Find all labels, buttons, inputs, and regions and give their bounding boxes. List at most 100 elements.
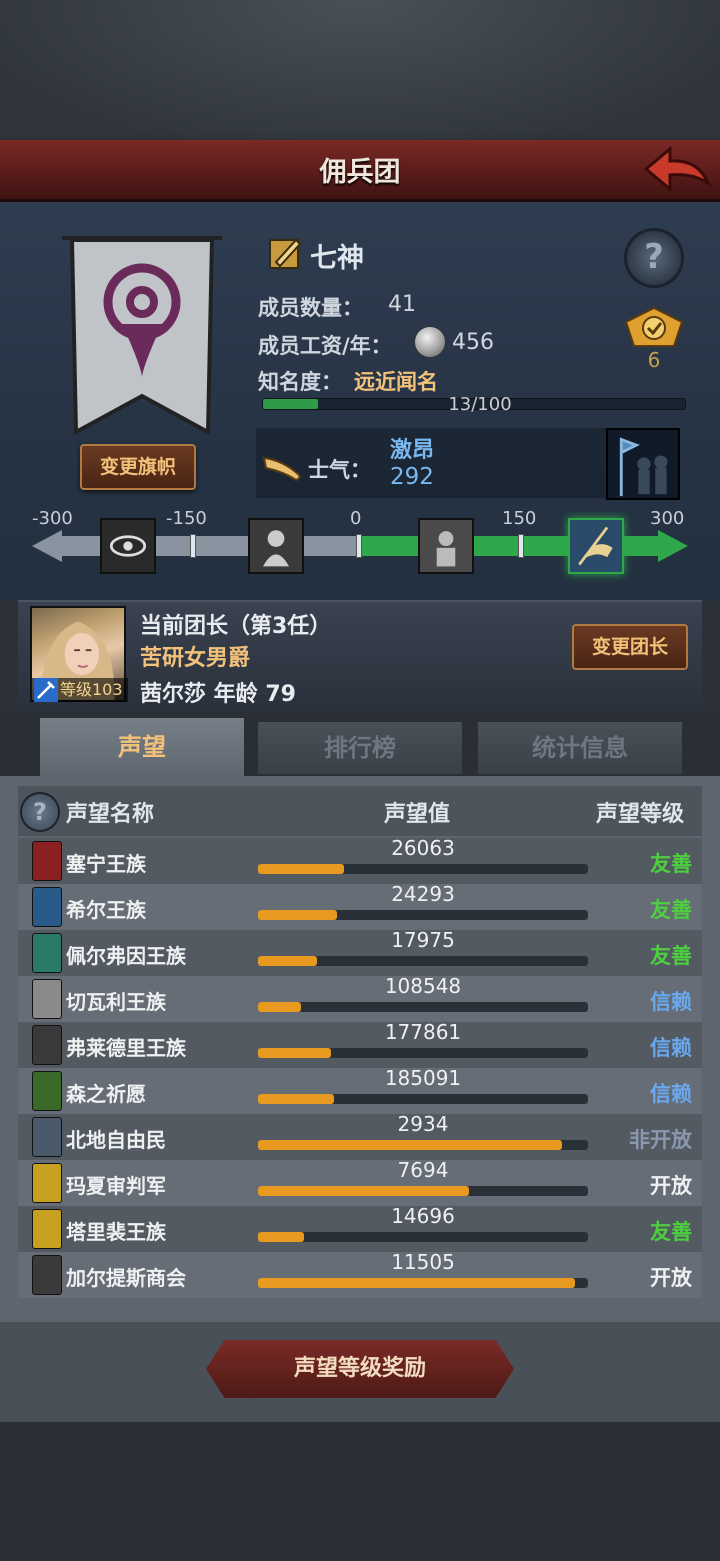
- help-button[interactable]: ?: [624, 228, 684, 288]
- scale-tick: [518, 534, 524, 558]
- reputation-row[interactable]: 玛夏审判军 7694 开放: [18, 1158, 702, 1206]
- morale-calm-figure-icon[interactable]: [418, 518, 474, 574]
- morale-label: 士气：: [308, 458, 371, 482]
- scale-right-arrow-icon: [658, 530, 688, 562]
- fame-value: 远近闻名: [354, 370, 438, 394]
- tab-statistics[interactable]: 统计信息: [478, 722, 682, 774]
- members-label: 成员数量：: [258, 296, 363, 320]
- reputation-value: 2934: [397, 1112, 449, 1136]
- morale-high-banner-icon[interactable]: [568, 518, 624, 574]
- salary-label: 成员工资/年：: [258, 334, 392, 358]
- faction-name: 加尔提斯商会: [66, 1266, 186, 1290]
- faction-name: 玛夏审判军: [66, 1174, 166, 1198]
- reputation-row[interactable]: 塞宁王族 26063 友善: [18, 836, 702, 884]
- sword-class-icon: [34, 678, 58, 702]
- reputation-bar: [258, 1002, 588, 1012]
- faction-crest-icon: [32, 1163, 62, 1203]
- reputation-reward-button[interactable]: 声望等级奖励: [206, 1340, 514, 1398]
- reputation-bar: [258, 1278, 588, 1288]
- morale-collapse-eye-icon[interactable]: [100, 518, 156, 574]
- faction-name: 塔里裴王族: [66, 1220, 166, 1244]
- leader-name-age: 茜尔莎 年龄 79: [140, 682, 296, 707]
- faction-crest-icon: [32, 841, 62, 881]
- edit-name-icon[interactable]: [266, 234, 304, 272]
- header-reputation-level: 声望等级: [596, 802, 685, 827]
- reputation-bar: [258, 1048, 588, 1058]
- reputation-bar-fill: [258, 1002, 301, 1012]
- reputation-level: 开放: [650, 1174, 692, 1198]
- reputation-level: 友善: [650, 898, 692, 922]
- reputation-bar: [258, 1140, 588, 1150]
- reputation-bar-fill: [258, 1232, 305, 1242]
- reputation-value: 108548: [384, 974, 462, 998]
- rank-badge-icon[interactable]: [620, 302, 688, 352]
- back-arrow-icon[interactable]: [640, 143, 714, 197]
- scale-tick: [356, 534, 362, 558]
- reputation-bar: [258, 1232, 588, 1242]
- reputation-help-icon[interactable]: ?: [20, 792, 60, 832]
- reputation-level: 友善: [650, 944, 692, 968]
- faction-name: 切瓦利王族: [66, 990, 166, 1014]
- horn-icon: [262, 456, 301, 482]
- tab-ranking[interactable]: 排行榜: [258, 722, 462, 774]
- salary-value: 456: [452, 330, 494, 355]
- rank-number: 6: [647, 348, 661, 372]
- faction-crest-icon: [32, 887, 62, 927]
- faction-name: 森之祈愿: [66, 1082, 146, 1106]
- change-flag-button[interactable]: 变更旗帜: [80, 444, 196, 490]
- reputation-level: 信赖: [650, 990, 692, 1014]
- reputation-level: 友善: [650, 1220, 692, 1244]
- reputation-value: 11505: [391, 1250, 455, 1274]
- reputation-bar-fill: [258, 1186, 470, 1196]
- reputation-bar-fill: [258, 956, 318, 966]
- reputation-bar: [258, 910, 588, 920]
- reputation-value: 7694: [397, 1158, 449, 1182]
- faction-crest-icon: [32, 1209, 62, 1249]
- faction-name: 塞宁王族: [66, 852, 146, 876]
- change-leader-button[interactable]: 变更团长: [572, 624, 688, 670]
- faction-name: 希尔王族: [66, 898, 146, 922]
- top-background: [0, 0, 720, 140]
- faction-crest-icon: [32, 979, 62, 1019]
- reputation-row[interactable]: 佩尔弗因王族 17975 友善: [18, 928, 702, 976]
- faction-crest-icon: [32, 1071, 62, 1111]
- reputation-row[interactable]: 森之祈愿 185091 信赖: [18, 1066, 702, 1114]
- members-value: 41: [388, 292, 416, 317]
- reputation-row[interactable]: 北地自由民 2934 非开放: [18, 1112, 702, 1160]
- scale-label-min: -300: [32, 508, 73, 529]
- reputation-value: 17975: [391, 928, 455, 952]
- reputation-row[interactable]: 加尔提斯商会 11505 开放: [18, 1250, 702, 1298]
- reputation-row[interactable]: 希尔王族 24293 友善: [18, 882, 702, 930]
- reputation-bar-fill: [258, 864, 344, 874]
- reputation-bar: [258, 864, 588, 874]
- tab-reputation[interactable]: 声望: [40, 718, 244, 776]
- guild-name: 七神: [310, 243, 364, 274]
- leader-title: 当前团长（第3任）: [140, 614, 332, 639]
- faction-crest-icon: [32, 933, 62, 973]
- scale-label-neg: -150: [166, 508, 207, 529]
- faction-crest-icon: [32, 1255, 62, 1295]
- reputation-bar-fill: [258, 1048, 331, 1058]
- reputation-row[interactable]: 切瓦利王族 108548 信赖: [18, 974, 702, 1022]
- reputation-bar-fill: [258, 1094, 334, 1104]
- reputation-row[interactable]: 塔里裴王族 14696 友善: [18, 1204, 702, 1252]
- morale-state: 激昂: [390, 438, 435, 463]
- scale-label-pos: 150: [502, 508, 537, 529]
- guild-banner-flag: [62, 236, 222, 436]
- reputation-row[interactable]: 弗莱德里王族 177861 信赖: [18, 1020, 702, 1068]
- scale-tick: [190, 534, 196, 558]
- reputation-bar-fill: [258, 910, 338, 920]
- leader-rank: 苦研女男爵: [140, 646, 251, 671]
- morale-despair-figure-icon[interactable]: [248, 518, 304, 574]
- reputation-value: 177861: [384, 1020, 462, 1044]
- page-title: 佣兵团: [319, 157, 401, 188]
- faction-name: 弗莱德里王族: [66, 1036, 186, 1060]
- reputation-bar: [258, 1186, 588, 1196]
- reputation-value: 26063: [391, 836, 455, 860]
- faction-name: 佩尔弗因王族: [66, 944, 186, 968]
- soldiers-banner-icon[interactable]: [606, 428, 680, 500]
- reputation-bar-fill: [258, 1278, 575, 1288]
- faction-name: 北地自由民: [66, 1128, 166, 1152]
- fame-progress-fill: [263, 399, 318, 409]
- reputation-bar-fill: [258, 1140, 562, 1150]
